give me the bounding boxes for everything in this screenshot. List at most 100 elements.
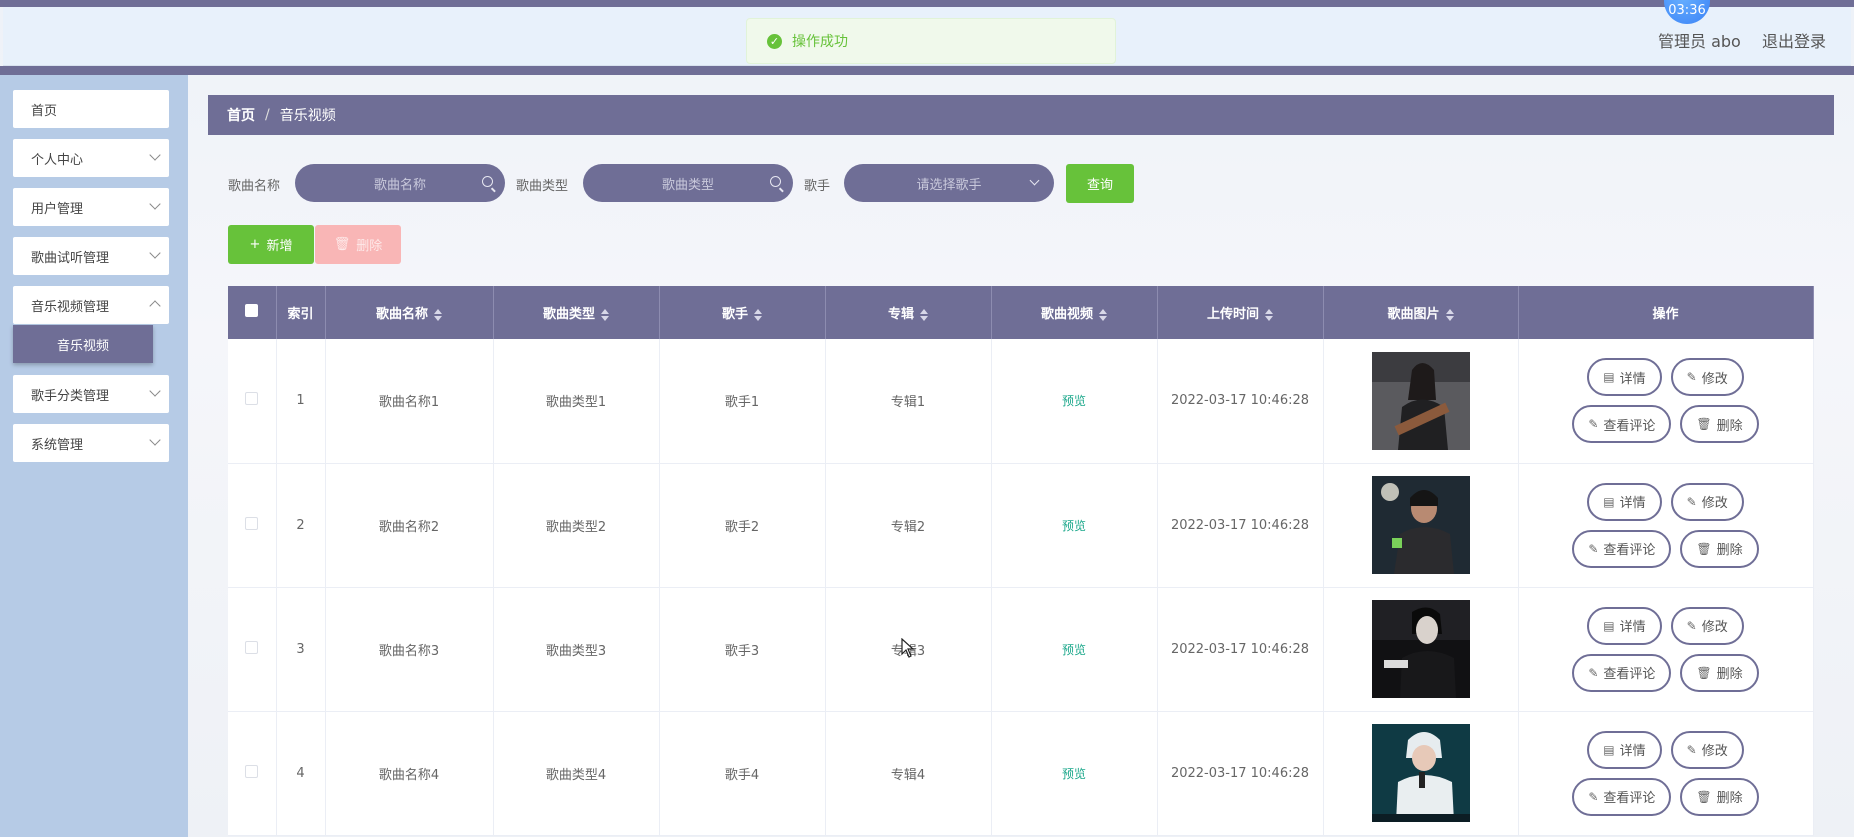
sort-icon[interactable] bbox=[1265, 308, 1273, 321]
table-row: 3 歌曲名称3 歌曲类型3 歌手3 专辑3 预览 2022-03-17 10:4… bbox=[228, 587, 1814, 712]
view-comments-button[interactable]: ✎ 查看评论 bbox=[1572, 405, 1672, 444]
sort-icon[interactable] bbox=[920, 308, 928, 321]
detail-label: 详情 bbox=[1619, 371, 1646, 387]
cell-album: 专辑4 bbox=[825, 711, 992, 836]
cell-image bbox=[1323, 463, 1519, 588]
header-album[interactable]: 专辑 bbox=[825, 286, 992, 339]
video-preview-link[interactable]: 预览 bbox=[1062, 767, 1086, 781]
video-preview-link[interactable]: 预览 bbox=[1062, 394, 1086, 408]
cell-video: 预览 bbox=[991, 339, 1158, 464]
sort-icon[interactable] bbox=[434, 308, 442, 321]
video-preview-link[interactable]: 预览 bbox=[1062, 643, 1086, 657]
sidebar-subitem-music-video[interactable]: 音乐视频 bbox=[13, 325, 153, 363]
edit-button[interactable]: ✎ 修改 bbox=[1670, 606, 1744, 645]
song-cover-image bbox=[1371, 600, 1470, 698]
cell-actions: ▤ 详情 ✎ 修改 ✎ 查看评论 🗑 删除 bbox=[1518, 711, 1814, 836]
document-icon: ▤ bbox=[1603, 742, 1615, 757]
song-name-input[interactable]: 歌曲名称 bbox=[295, 164, 505, 202]
delete-label: 删除 bbox=[356, 239, 383, 254]
cell-album: 专辑2 bbox=[825, 463, 992, 588]
header-label: 歌曲类型 bbox=[542, 307, 595, 322]
row-checkbox[interactable] bbox=[245, 640, 259, 654]
sort-icon[interactable] bbox=[601, 308, 609, 321]
cell-index: 2 bbox=[276, 463, 326, 588]
view-comments-button[interactable]: ✎ 查看评论 bbox=[1572, 653, 1672, 692]
edit-label: 修改 bbox=[1701, 620, 1728, 635]
delete-button[interactable]: 🗑 删除 bbox=[1680, 653, 1759, 692]
detail-button[interactable]: ▤ 详情 bbox=[1587, 606, 1662, 645]
song-type-label: 歌曲类型 bbox=[516, 179, 569, 194]
plus-icon: + bbox=[249, 237, 261, 252]
delete-button[interactable]: 🗑 删除 bbox=[1680, 405, 1759, 444]
sidebar-item-user-management[interactable]: 用户管理 bbox=[13, 188, 169, 226]
select-all-checkbox[interactable] bbox=[245, 304, 259, 317]
batch-delete-button[interactable]: 🗑 删除 bbox=[315, 225, 401, 264]
chevron-down-icon bbox=[149, 434, 161, 446]
cell-upload-time: 2022-03-17 10:46:28 bbox=[1157, 587, 1324, 712]
success-toast: ✓ 操作成功 bbox=[746, 18, 1116, 64]
logout-button[interactable]: 退出登录 bbox=[1762, 28, 1826, 52]
view-comments-label: 查看评论 bbox=[1603, 791, 1656, 806]
cell-album: 专辑1 bbox=[825, 339, 992, 464]
breadcrumb-home[interactable]: 首页 bbox=[227, 105, 255, 125]
cell-index: 4 bbox=[276, 711, 326, 836]
delete-button[interactable]: 🗑 删除 bbox=[1680, 529, 1759, 568]
sidebar-item-personal-center[interactable]: 个人中心 bbox=[13, 139, 169, 177]
cell-actions: ▤ 详情 ✎ 修改 ✎ 查看评论 🗑 删除 bbox=[1518, 339, 1814, 464]
sort-icon[interactable] bbox=[1445, 308, 1454, 321]
edit-button[interactable]: ✎ 修改 bbox=[1670, 482, 1744, 521]
table-row: 4 歌曲名称4 歌曲类型4 歌手4 专辑4 预览 2022-03-17 10:4… bbox=[228, 711, 1814, 836]
select-all-header[interactable] bbox=[228, 286, 277, 339]
detail-button[interactable]: ▤ 详情 bbox=[1587, 482, 1662, 521]
edit-icon: ✎ bbox=[1686, 618, 1697, 633]
header-upload-time[interactable]: 上传时间 bbox=[1157, 286, 1324, 339]
singer-select-placeholder: 请选择歌手 bbox=[916, 177, 982, 193]
edit-label: 修改 bbox=[1701, 744, 1728, 759]
header-song-type[interactable]: 歌曲类型 bbox=[493, 286, 660, 339]
sidebar-item-label: 歌手分类管理 bbox=[31, 388, 110, 404]
music-video-table: 索引 歌曲名称 歌曲类型 歌手 专辑 歌曲视频 上传时间 歌曲图片 操作 1 歌… bbox=[228, 286, 1814, 836]
detail-button[interactable]: ▤ 详情 bbox=[1587, 730, 1662, 769]
delete-button[interactable]: 🗑 删除 bbox=[1680, 777, 1759, 816]
header-song-name[interactable]: 歌曲名称 bbox=[325, 286, 494, 339]
view-comments-button[interactable]: ✎ 查看评论 bbox=[1572, 777, 1672, 816]
header-song-video[interactable]: 歌曲视频 bbox=[991, 286, 1158, 339]
view-comments-label: 查看评论 bbox=[1603, 667, 1656, 682]
sort-icon[interactable] bbox=[754, 308, 762, 321]
sidebar-item-song-preview-management[interactable]: 歌曲试听管理 bbox=[13, 237, 169, 275]
sidebar-item-singer-category-management[interactable]: 歌手分类管理 bbox=[13, 375, 169, 413]
header-singer[interactable]: 歌手 bbox=[659, 286, 826, 339]
cell-singer: 歌手3 bbox=[659, 587, 826, 712]
header-actions: 操作 bbox=[1518, 286, 1814, 339]
table-row: 2 歌曲名称2 歌曲类型2 歌手2 专辑2 预览 2022-03-17 10:4… bbox=[228, 463, 1814, 588]
edit-icon: ✎ bbox=[1686, 742, 1697, 757]
edit-button[interactable]: ✎ 修改 bbox=[1670, 730, 1744, 769]
document-icon: ▤ bbox=[1603, 618, 1615, 633]
sidebar-item-home[interactable]: 首页 bbox=[13, 90, 169, 128]
sidebar-item-music-video-management[interactable]: 音乐视频管理 bbox=[13, 286, 169, 324]
song-name-placeholder: 歌曲名称 bbox=[373, 177, 426, 193]
header-index: 索引 bbox=[276, 286, 326, 339]
document-icon: ▤ bbox=[1603, 494, 1615, 509]
row-checkbox[interactable] bbox=[245, 764, 259, 778]
cell-song-type: 歌曲类型4 bbox=[493, 711, 660, 836]
edit-button[interactable]: ✎ 修改 bbox=[1670, 358, 1744, 397]
search-icon bbox=[482, 176, 493, 187]
sort-icon[interactable] bbox=[1099, 308, 1107, 321]
cell-song-type: 歌曲类型3 bbox=[493, 587, 660, 712]
cell-song-name: 歌曲名称3 bbox=[325, 587, 494, 712]
song-type-input[interactable]: 歌曲类型 bbox=[583, 164, 793, 202]
detail-button[interactable]: ▤ 详情 bbox=[1587, 358, 1662, 397]
singer-select[interactable]: 请选择歌手 bbox=[844, 164, 1054, 202]
row-checkbox[interactable] bbox=[245, 516, 259, 530]
cell-song-type: 歌曲类型1 bbox=[493, 339, 660, 464]
sidebar-item-system-management[interactable]: 系统管理 bbox=[13, 424, 169, 462]
chevron-down-icon bbox=[149, 247, 161, 259]
view-comments-button[interactable]: ✎ 查看评论 bbox=[1572, 529, 1672, 568]
video-preview-link[interactable]: 预览 bbox=[1062, 519, 1086, 533]
cell-image bbox=[1323, 339, 1519, 464]
query-button[interactable]: 查询 bbox=[1066, 164, 1134, 203]
row-checkbox[interactable] bbox=[245, 392, 259, 406]
header-song-image[interactable]: 歌曲图片 bbox=[1323, 286, 1519, 339]
add-button[interactable]: + 新增 bbox=[228, 225, 314, 264]
